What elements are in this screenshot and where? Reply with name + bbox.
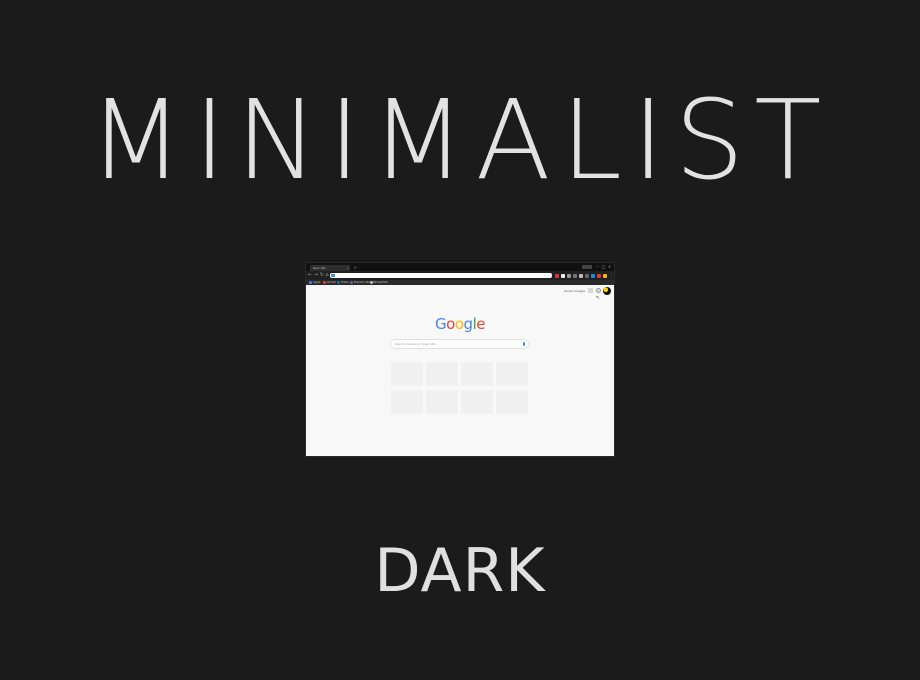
bookmarks-bar: Apps Gmail Trello Heroku Portal DropPilo… (306, 280, 614, 285)
search-input[interactable]: Search Google or type URL (391, 340, 528, 348)
menu-icon[interactable]: ⋮ (608, 272, 614, 278)
mouse-cursor-icon: ↖ (596, 295, 601, 301)
site-info-icon[interactable] (331, 274, 335, 277)
logo-letter: o (454, 315, 464, 333)
logo-letter: o (446, 315, 455, 333)
shortcut-tile[interactable] (391, 390, 423, 414)
shortcut-tile[interactable] (426, 390, 458, 414)
extension-icon-2[interactable] (561, 274, 565, 278)
toolbar: ← → ↻ ⌂ ⋮ (306, 271, 614, 280)
apps-grid-icon[interactable] (588, 288, 593, 293)
logo-letter: G (435, 315, 447, 333)
extension-icon-5[interactable] (579, 274, 583, 278)
extension-icon-1[interactable] (555, 274, 559, 278)
logo-letter: g (463, 315, 474, 333)
tab-title: New Tab (313, 266, 326, 270)
shortcut-tile[interactable] (391, 362, 423, 386)
maximize-icon[interactable]: □ (601, 264, 606, 269)
droppilot-bookmark-icon (370, 281, 373, 284)
gmail-bookmark-icon (323, 281, 326, 284)
extension-icon-3[interactable] (567, 274, 571, 278)
shortcut-tile[interactable] (426, 362, 458, 386)
headline-title: MINIMALIST (88, 76, 832, 204)
images-link[interactable]: Images (574, 289, 585, 293)
extension-icon-9[interactable] (603, 274, 607, 278)
address-bar[interactable] (330, 273, 552, 278)
search-placeholder: Search Google or type URL (395, 342, 436, 346)
logo-letter: e (476, 315, 485, 333)
bookmark-droppilot[interactable]: DropPilot (370, 280, 388, 285)
apps-bookmark-icon (309, 281, 312, 284)
extension-icon-8[interactable] (597, 274, 601, 278)
notifications-icon[interactable] (596, 288, 601, 293)
extension-icon-4[interactable] (573, 274, 577, 278)
extension-icon-6[interactable] (585, 274, 589, 278)
subline-title: DARK (374, 536, 546, 606)
gmail-link[interactable]: Gmail (564, 289, 573, 293)
tab-strip: New Tab × + – □ × (306, 263, 614, 271)
trello-bookmark-icon (337, 281, 340, 284)
browser-screenshot: New Tab × + – □ × ← → ↻ ⌂ ⋮ Apps Gmail T… (306, 263, 614, 456)
bookmark-trello[interactable]: Trello (337, 280, 349, 285)
shortcut-tile[interactable] (496, 390, 528, 414)
microphone-icon[interactable] (523, 342, 525, 346)
shortcut-tiles (391, 362, 531, 418)
avatar[interactable] (603, 287, 611, 295)
bookmark-apps[interactable]: Apps (309, 280, 320, 285)
close-window-icon[interactable]: × (607, 264, 612, 269)
profile-chip[interactable] (582, 265, 592, 269)
shortcut-tile[interactable] (461, 362, 493, 386)
bookmark-gmail[interactable]: Gmail (323, 280, 336, 285)
heroku-bookmark-icon (350, 281, 353, 284)
google-logo: Google (306, 315, 614, 333)
shortcut-tile[interactable] (461, 390, 493, 414)
extension-icon-7[interactable] (591, 274, 595, 278)
minimize-icon[interactable]: – (595, 264, 600, 269)
shortcut-tile[interactable] (496, 362, 528, 386)
